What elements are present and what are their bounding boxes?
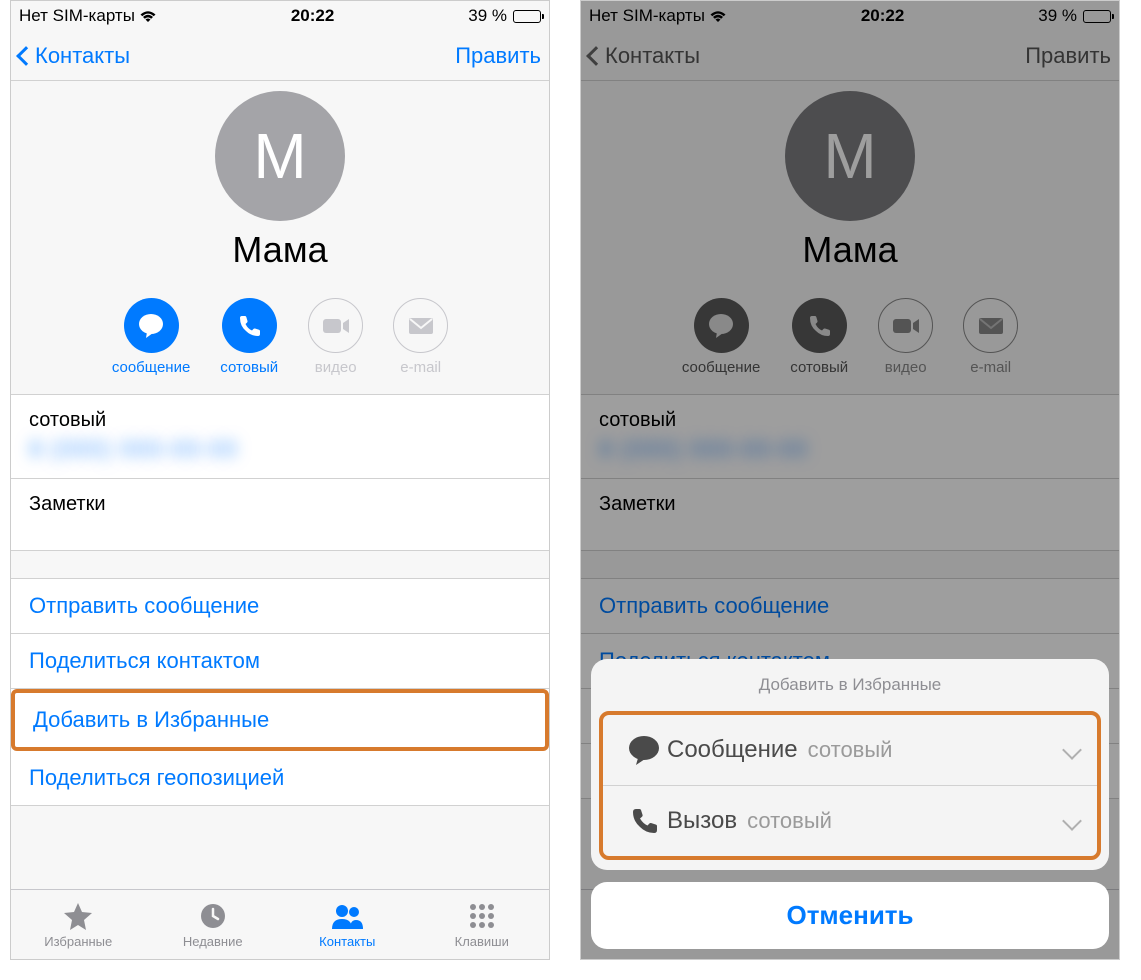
clock: 20:22	[291, 6, 334, 26]
tab-keypad-label: Клавиши	[455, 934, 509, 949]
action-email[interactable]: e-mail	[393, 298, 448, 376]
phone-value: 8 (000) 000-00-00	[29, 436, 531, 464]
phone-left: Нет SIM-карты 20:22 39 % Контакты Правит…	[10, 0, 550, 960]
message-icon	[621, 735, 667, 765]
star-icon	[63, 900, 93, 932]
content-list: сотовый 8 (000) 000-00-00 Заметки	[11, 394, 549, 551]
tab-contacts-label: Контакты	[319, 934, 375, 949]
sheet-option-message-sub: сотовый	[808, 737, 893, 763]
sheet-option-call-sub: сотовый	[747, 808, 832, 834]
tab-keypad[interactable]: Клавиши	[415, 890, 550, 959]
phone-icon	[222, 298, 277, 353]
links-list: Отправить сообщение Поделиться контактом…	[11, 579, 549, 806]
action-message-label: сообщение	[112, 359, 190, 376]
back-button[interactable]: Контакты	[19, 43, 130, 69]
action-sheet: Добавить в Избранные Сообщение сотовый	[591, 659, 1109, 949]
notes-cell[interactable]: Заметки	[11, 479, 549, 551]
sheet-options: Сообщение сотовый Вызов сотовый	[599, 711, 1101, 860]
section-spacer	[11, 551, 549, 579]
phone-cell[interactable]: сотовый 8 (000) 000-00-00	[11, 395, 549, 479]
keypad-icon	[469, 900, 495, 932]
sheet-cancel-button[interactable]: Отменить	[591, 882, 1109, 949]
contact-name: Мама	[11, 229, 549, 271]
action-call-label: сотовый	[220, 359, 278, 376]
sheet-option-message[interactable]: Сообщение сотовый	[603, 715, 1097, 786]
chevron-down-icon	[1062, 811, 1082, 831]
clock-icon	[199, 900, 227, 932]
phone-label: сотовый	[29, 409, 531, 432]
tab-favorites[interactable]: Избранные	[11, 890, 146, 959]
send-message-link[interactable]: Отправить сообщение	[11, 579, 549, 634]
nav-bar: Контакты Править	[11, 31, 549, 81]
battery-pct: 39 %	[468, 6, 507, 26]
chevron-down-icon	[1062, 740, 1082, 760]
phone-icon	[621, 806, 667, 836]
status-bar: Нет SIM-карты 20:22 39 %	[11, 1, 549, 31]
contact-header: М Мама	[11, 81, 549, 286]
contacts-icon	[330, 900, 364, 932]
phone-right: Нет SIM-карты 20:22 39 % Контакты Правит…	[580, 0, 1120, 960]
actions-row: сообщение сотовый видео e-mail	[11, 286, 549, 394]
wifi-icon	[139, 9, 157, 23]
tab-bar: Избранные Недавние Контакты Клавиши	[11, 889, 549, 959]
message-icon	[124, 298, 179, 353]
avatar: М	[215, 91, 345, 221]
sheet-option-call[interactable]: Вызов сотовый	[603, 786, 1097, 856]
action-call[interactable]: сотовый	[220, 298, 278, 376]
share-contact-link[interactable]: Поделиться контактом	[11, 634, 549, 689]
chevron-left-icon	[16, 46, 36, 66]
action-message[interactable]: сообщение	[112, 298, 190, 376]
sheet-option-message-label: Сообщение	[667, 736, 798, 764]
tab-recents[interactable]: Недавние	[146, 890, 281, 959]
add-to-favorites-link[interactable]: Добавить в Избранные	[11, 689, 549, 751]
edit-button[interactable]: Править	[455, 43, 541, 69]
action-video[interactable]: видео	[308, 298, 363, 376]
email-icon	[393, 298, 448, 353]
sheet-title: Добавить в Избранные	[591, 659, 1109, 711]
tab-contacts[interactable]: Контакты	[280, 890, 415, 959]
battery-icon	[513, 10, 541, 23]
carrier-text: Нет SIM-карты	[19, 6, 135, 26]
tab-recents-label: Недавние	[183, 934, 243, 949]
video-icon	[308, 298, 363, 353]
action-email-label: e-mail	[400, 359, 441, 376]
back-label: Контакты	[35, 43, 130, 69]
notes-label: Заметки	[29, 493, 531, 516]
action-video-label: видео	[315, 359, 357, 376]
tab-favorites-label: Избранные	[44, 934, 112, 949]
share-location-link[interactable]: Поделиться геопозицией	[11, 751, 549, 806]
sheet-option-call-label: Вызов	[667, 807, 737, 835]
avatar-initial: М	[253, 119, 306, 193]
sheet-main: Добавить в Избранные Сообщение сотовый	[591, 659, 1109, 870]
